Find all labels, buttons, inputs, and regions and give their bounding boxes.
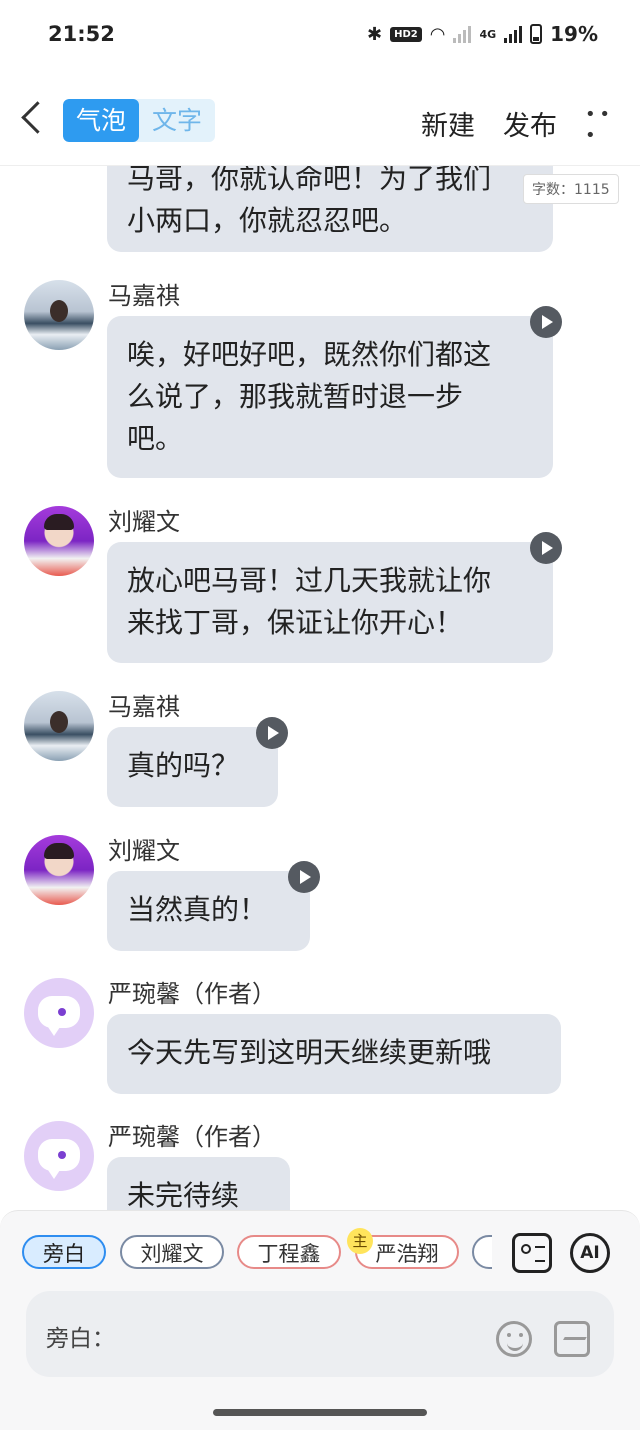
network-type: 4G [479,27,497,41]
more-icon[interactable] [585,104,613,146]
bluetooth-icon: ✱ [366,23,383,45]
sender-name: 严琬馨（作者） [108,1123,276,1151]
play-icon[interactable] [530,306,562,338]
sender-name: 刘耀文 [108,837,180,865]
battery-icon [530,24,543,44]
main-role-badge: 主 [347,1228,373,1254]
emoji-icon[interactable] [496,1321,532,1357]
role-chip[interactable]: 刘耀文 [120,1235,224,1269]
role-chip-narrator[interactable]: 旁白 [22,1235,106,1269]
avatar[interactable] [24,1121,94,1191]
tab-text[interactable]: 文字 [139,99,215,142]
image-icon[interactable] [554,1321,590,1357]
battery-percent: 19% [550,22,598,46]
publish-button[interactable]: 发布 [503,104,557,143]
role-selector[interactable]: 旁白 刘耀文 丁程鑫 严浩翔 [22,1235,492,1273]
avatar[interactable] [24,280,94,350]
play-icon[interactable] [530,532,562,564]
sender-name: 马嘉祺 [108,693,180,721]
input-panel: 旁白 刘耀文 丁程鑫 严浩翔 主 AI 旁白： [0,1210,640,1430]
role-chip[interactable]: 丁程鑫 [237,1235,341,1269]
signal-icon [453,25,472,43]
wifi-icon: ◠ [429,23,446,45]
signal-icon-2 [504,25,523,43]
message-input[interactable]: 旁白： [26,1291,614,1377]
status-time: 21:52 [48,22,115,46]
message-bubble[interactable]: 放心吧马哥！过几天我就让你 来找丁哥，保证让你开心！ [107,542,553,663]
play-icon[interactable] [288,861,320,893]
sender-name: 马嘉祺 [108,282,180,310]
tab-bubble[interactable]: 气泡 [63,99,139,142]
ai-button[interactable]: AI [570,1233,610,1273]
sender-name: 严琬馨（作者） [108,980,276,1008]
word-count-badge: 字数：1115 [523,174,619,204]
avatar[interactable] [24,835,94,905]
status-icons: ✱ HD2 ◠ 4G 19% [367,22,598,46]
mode-switch: 气泡 文字 [63,99,215,142]
input-placeholder: 旁白： [46,1326,115,1352]
new-button[interactable]: 新建 [421,104,475,143]
message-bubble[interactable]: 唉，好吧好吧，既然你们都这 么说了，那我就暂时退一步 吧。 [107,316,553,478]
hd-icon: HD2 [390,26,422,42]
message-bubble[interactable]: 当然真的！ [107,871,310,951]
message-bubble[interactable]: 马哥，你就认命吧！为了我们 小两口，你就忍忍吧。 [107,166,553,252]
top-bar: 气泡 文字 新建 发布 [0,72,640,166]
back-arrow-icon[interactable] [18,102,48,136]
home-indicator[interactable] [213,1409,427,1416]
message-bubble[interactable]: 真的吗？ [107,727,278,807]
chat-list[interactable]: 马哥，你就认命吧！为了我们 小两口，你就忍忍吧。 字数：1115 马嘉祺 唉，好… [0,166,640,1210]
play-icon[interactable] [256,717,288,749]
message-bubble[interactable]: 未完待续 [107,1157,290,1210]
sender-name: 刘耀文 [108,508,180,536]
avatar[interactable] [24,978,94,1048]
avatar[interactable] [24,506,94,576]
role-chip[interactable] [472,1235,492,1269]
role-card-icon[interactable] [512,1233,552,1273]
status-bar: 21:52 ✱ HD2 ◠ 4G 19% [0,0,640,72]
avatar[interactable] [24,691,94,761]
message-bubble[interactable]: 今天先写到这明天继续更新哦 [107,1014,561,1094]
